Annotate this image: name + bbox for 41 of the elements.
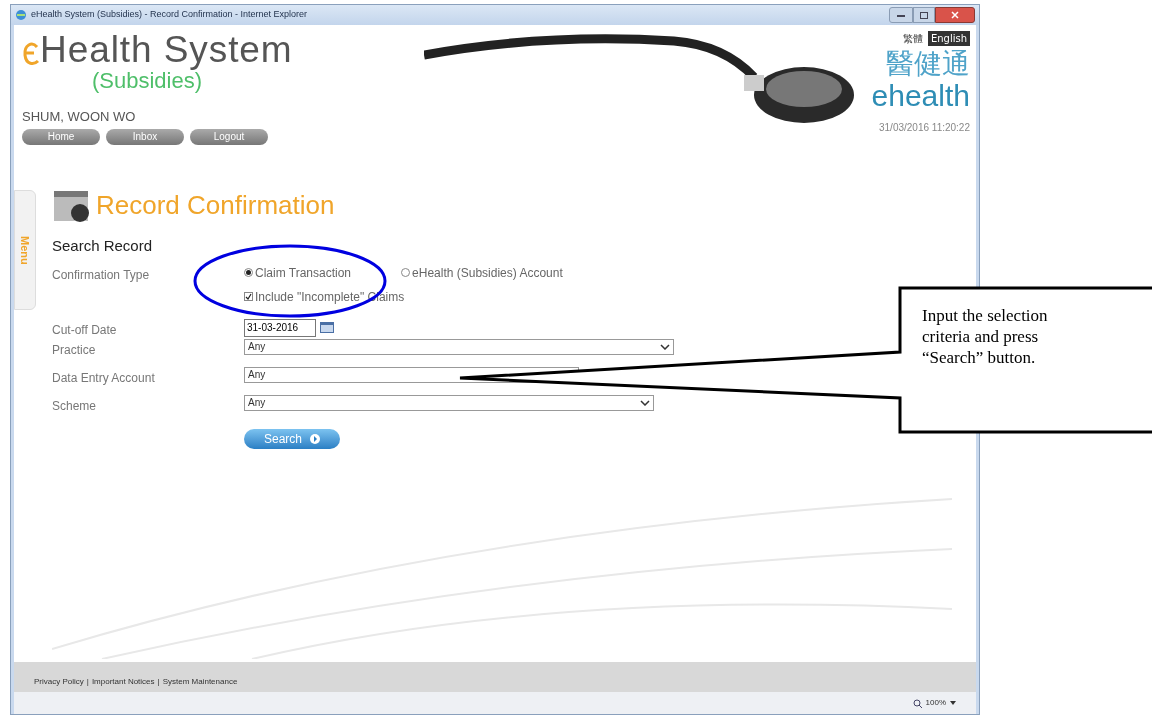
separator: | bbox=[157, 676, 160, 688]
field-label: Cut-off Date bbox=[52, 321, 118, 339]
brand-chinese: 醫健通 bbox=[886, 48, 970, 80]
caret-icon bbox=[660, 343, 670, 350]
caret-icon bbox=[640, 399, 650, 406]
minimize-button[interactable] bbox=[889, 7, 913, 23]
checkbox[interactable] bbox=[244, 292, 253, 301]
caret-icon bbox=[950, 701, 956, 705]
date-time: 31/03/2016 11:20:22 bbox=[879, 121, 970, 135]
radio-label[interactable]: eHealth (Subsidies) Account bbox=[412, 263, 563, 282]
brand-english: ehealth bbox=[871, 80, 970, 112]
page-title: Record Confirmation bbox=[96, 189, 335, 222]
field-label: Confirmation Type bbox=[52, 266, 151, 284]
close-icon bbox=[951, 11, 959, 19]
window-title: eHealth System (Subsidies) - Record Confirmation - Internet Explorer bbox=[31, 8, 308, 22]
dropdown-field[interactable]: Any bbox=[244, 338, 674, 355]
section-title: Search Record bbox=[52, 236, 154, 256]
language-link[interactable]: English bbox=[927, 31, 970, 46]
field-label: Scheme bbox=[52, 397, 98, 415]
radio-button[interactable] bbox=[244, 268, 253, 277]
callout-text: Input the selection criteria and press “Search” button. bbox=[922, 305, 1049, 368]
close-button[interactable] bbox=[935, 7, 975, 23]
field-label: Practice bbox=[52, 341, 97, 359]
maximize-icon bbox=[920, 11, 928, 19]
dropdown-field[interactable]: Any bbox=[244, 394, 654, 411]
footer-link[interactable]: Privacy Policy bbox=[34, 676, 84, 688]
separator: | bbox=[86, 676, 89, 688]
zoom-icon bbox=[912, 698, 922, 708]
calendar-icon[interactable] bbox=[320, 322, 334, 333]
footer-link[interactable]: System Maintenance bbox=[162, 676, 238, 688]
user-name: SHUM, WOON WO bbox=[22, 108, 137, 126]
radio-label[interactable]: Claim Transaction bbox=[255, 263, 352, 282]
zoom-level[interactable]: 100% bbox=[925, 697, 946, 709]
maximize-button[interactable] bbox=[913, 7, 935, 23]
browser-icon bbox=[15, 9, 27, 21]
language-link[interactable]: 繁體 bbox=[901, 31, 924, 46]
minimize-icon bbox=[897, 13, 905, 17]
logo-subtitle: (Subsidies) bbox=[92, 69, 203, 93]
footer-link[interactable]: Important Notices bbox=[91, 676, 155, 688]
date-field[interactable]: 31-03-2016 bbox=[244, 318, 316, 337]
field-label: Data Entry Account bbox=[52, 369, 156, 387]
